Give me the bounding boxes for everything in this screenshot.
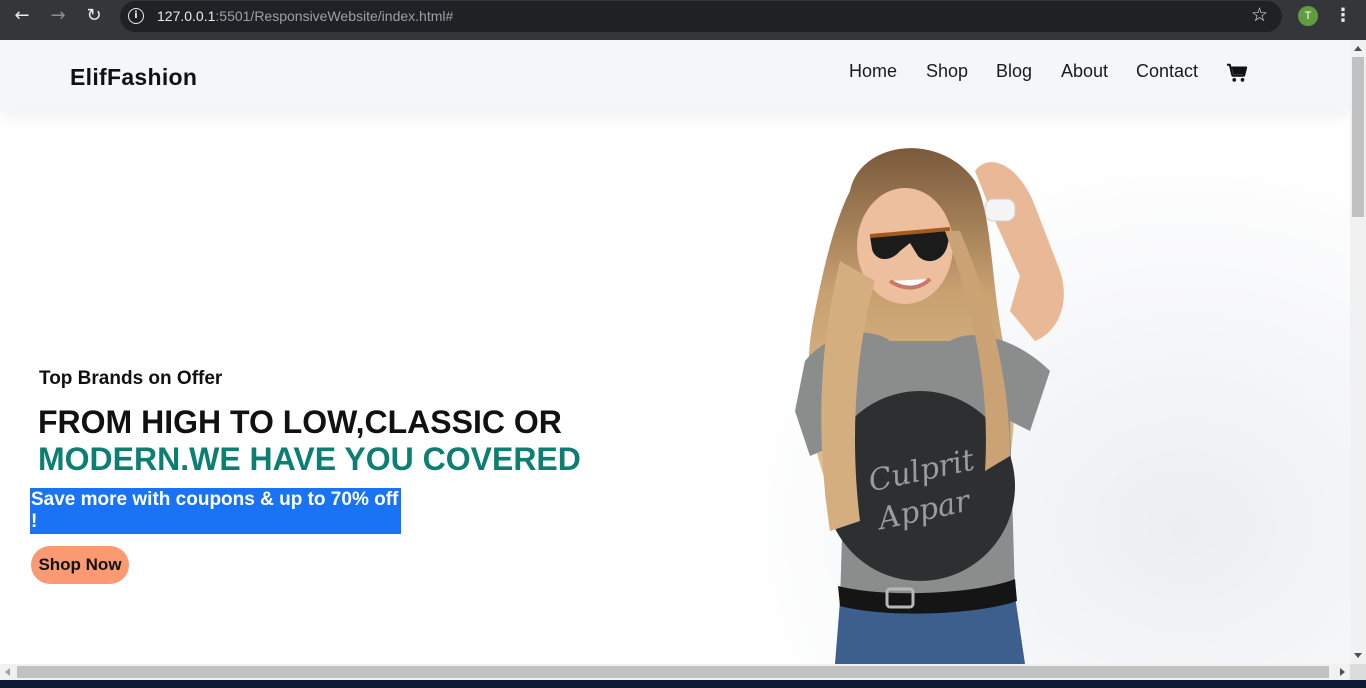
vertical-scrollbar[interactable] [1350,40,1366,664]
cart-icon[interactable] [1226,62,1248,84]
horizontal-scrollbar[interactable] [0,664,1350,680]
star-icon[interactable]: ☆ [1251,4,1268,26]
hero-model-image: Culprit Appar [690,111,1350,664]
reload-icon[interactable]: ↻ [80,4,108,28]
scrollbar-corner [1350,664,1366,680]
scroll-left-icon[interactable] [5,668,10,676]
scroll-down-icon[interactable] [1354,653,1362,658]
nav-shop[interactable]: Shop [926,61,968,82]
nav-blog[interactable]: Blog [996,61,1032,82]
info-icon[interactable]: i [128,8,144,24]
nav-contact[interactable]: Contact [1136,61,1198,82]
address-bar[interactable]: i 127.0.0.1:5501/ResponsiveWebsite/index… [120,1,1282,32]
shop-now-button[interactable]: Shop Now [31,546,129,584]
kebab-menu-icon[interactable]: ⋮ [1334,4,1352,28]
horizontal-scroll-thumb[interactable] [17,666,1329,678]
scroll-up-icon[interactable] [1354,46,1362,51]
nav-about[interactable]: About [1061,61,1108,82]
page-viewport: ElifFashion Home Shop Blog About Contact [0,40,1350,664]
hero-subtitle: Top Brands on Offer [39,368,223,389]
url-host: 127.0.0.1 [157,8,216,24]
scroll-right-icon[interactable] [1340,668,1345,676]
site-header: ElifFashion Home Shop Blog About Contact [0,40,1350,111]
url-text[interactable]: 127.0.0.1:5501/ResponsiveWebsite/index.h… [157,8,453,24]
vertical-scroll-thumb[interactable] [1352,57,1364,217]
url-path: :5501/ResponsiveWebsite/index.html# [215,8,454,24]
forward-icon[interactable]: → [44,4,72,28]
back-icon[interactable]: ← [8,4,36,28]
promo-banner: Save more with coupons & up to 70% off ! [30,488,401,534]
profile-avatar[interactable]: T [1298,6,1318,26]
browser-toolbar: ← → ↻ i 127.0.0.1:5501/ResponsiveWebsite… [0,0,1366,40]
site-logo[interactable]: ElifFashion [70,64,197,91]
hero-headline-line1: FROM HIGH TO LOW,CLASSIC OR [38,404,562,440]
hero-headline-line2: MODERN.WE HAVE YOU COVERED [38,441,581,477]
os-taskbar [0,680,1366,688]
nav-home[interactable]: Home [849,61,897,82]
